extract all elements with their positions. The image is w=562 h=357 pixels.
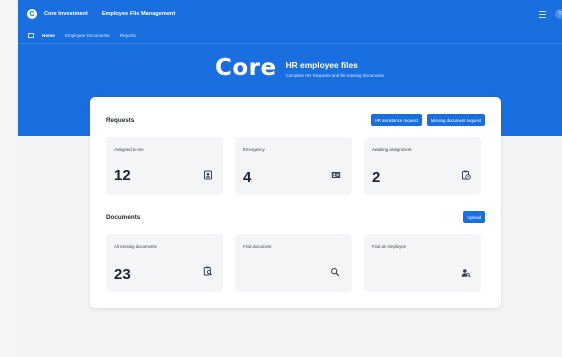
core-logo-icon[interactable]: C (27, 9, 37, 19)
app-name: Employee File Management (101, 11, 176, 17)
requests-header: Requests HR assistance request Missing d… (106, 114, 485, 126)
pending-document-icon (462, 170, 471, 180)
card-label: Assigned to me (114, 147, 144, 152)
requests-actions: HR assistance request Missing document r… (366, 114, 485, 126)
card-label: Emergency (243, 147, 265, 152)
card-label: Find an employee (372, 244, 407, 249)
top-bar: C Core Investment Employee File Manageme… (18, 0, 562, 28)
card-value: 23 (114, 266, 131, 283)
nav-item-home[interactable]: Home (42, 33, 55, 38)
card-emergency[interactable]: Emergency 4 (235, 137, 352, 195)
card-value: 2 (372, 169, 381, 186)
documents-header: Documents Upload (106, 211, 485, 223)
card-label: All missing documents (114, 244, 157, 249)
card-label: Find document (243, 244, 272, 249)
card-find-an-employee[interactable]: Find an employee (364, 234, 481, 292)
requests-title: Requests (106, 116, 135, 124)
card-awaiting-assignment[interactable]: Awaiting assignment 2 (364, 137, 481, 195)
page-title: HR employee files (285, 59, 358, 70)
card-all-missing-documents[interactable]: All missing documents 23 (106, 234, 223, 292)
dashboard-panel: Requests HR assistance request Missing d… (90, 97, 501, 308)
id-badge-icon (204, 170, 212, 180)
app-frame: C Core Investment Employee File Manageme… (18, 0, 562, 357)
hr-assistance-request-button[interactable]: HR assistance request (370, 114, 422, 126)
missing-document-request-button[interactable]: Missing document request (426, 114, 485, 126)
menu-icon[interactable] (538, 10, 547, 19)
user-search-icon (461, 269, 471, 278)
user-avatar[interactable]: Y (555, 9, 562, 19)
document-search-icon (203, 266, 213, 276)
hero-title-block: Core HR employee files Complete HR Reque… (215, 57, 384, 80)
apps-grid-icon[interactable] (28, 33, 34, 38)
nav-bar: Home Employee Documents Reports (18, 28, 562, 44)
upload-button[interactable]: Upload (463, 211, 485, 223)
card-value: 12 (114, 167, 131, 184)
card-label: Awaiting assignment (372, 147, 412, 152)
nav-item-reports[interactable]: Reports (120, 33, 136, 38)
topbar-actions: Y (538, 9, 562, 19)
nav-item-employee-documents[interactable]: Employee Documents (65, 33, 110, 38)
search-icon (331, 268, 340, 277)
page-subtitle: Complete HR Requests and file missing do… (285, 72, 384, 78)
core-wordmark-logo: Core (215, 55, 277, 81)
id-card-icon (331, 172, 341, 178)
card-find-document[interactable]: Find document (235, 234, 352, 292)
hero-text: HR employee files Complete HR Requests a… (286, 60, 384, 78)
documents-actions: Upload (458, 211, 485, 223)
documents-title: Documents (106, 213, 141, 221)
card-assigned-to-me[interactable]: Assigned to me 12 (106, 137, 223, 195)
brand-name[interactable]: Core Investment (44, 11, 88, 17)
card-value: 4 (243, 169, 252, 186)
